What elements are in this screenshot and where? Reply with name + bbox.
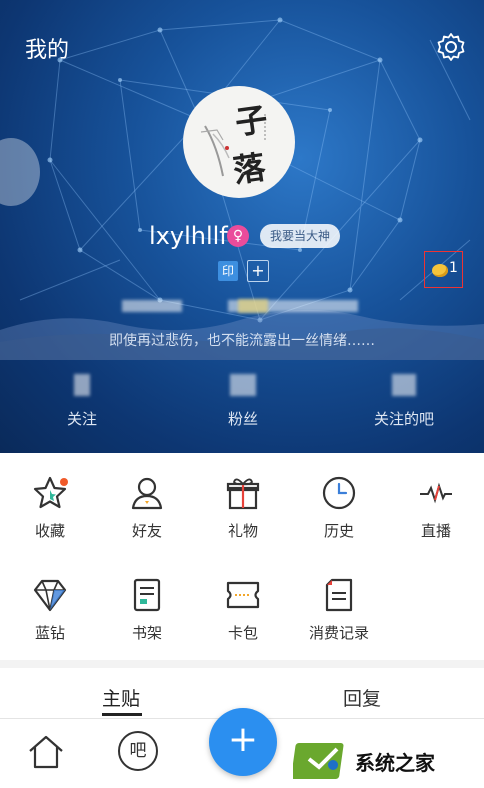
avatar-char-1: 子 bbox=[232, 99, 270, 143]
watermark-logo-icon bbox=[293, 743, 344, 779]
menu-label: 礼物 bbox=[227, 522, 258, 540]
tab-posts[interactable]: 主贴 bbox=[102, 684, 140, 711]
menu-label: 好友 bbox=[131, 522, 162, 540]
receipt-icon bbox=[325, 578, 353, 612]
page-title: 我的 bbox=[25, 38, 70, 63]
diamond-icon bbox=[33, 579, 67, 612]
menu-item-purchase-records[interactable]: 消费记录 bbox=[290, 576, 388, 643]
ticket-icon bbox=[226, 581, 260, 609]
clock-icon bbox=[322, 476, 356, 510]
followed-bars-label[interactable]: 关注的吧 bbox=[344, 408, 464, 429]
settings-gear-icon[interactable] bbox=[436, 32, 466, 62]
menu-label: 卡包 bbox=[227, 624, 258, 642]
menu-item-history[interactable]: 历史 bbox=[299, 474, 379, 541]
blurred-count bbox=[392, 374, 416, 396]
menu-item-favorites[interactable]: 收藏 bbox=[10, 474, 90, 541]
section-divider bbox=[0, 660, 484, 668]
menu-label: 消费记录 bbox=[308, 624, 369, 642]
coin-count: 1 bbox=[449, 260, 458, 276]
menu-label: 历史 bbox=[323, 522, 354, 540]
gift-icon bbox=[226, 478, 260, 510]
avatar-char-2: 落 bbox=[230, 147, 268, 191]
coin-balance[interactable]: 1 bbox=[424, 251, 463, 288]
watermark: 系统之家 bbox=[293, 733, 484, 787]
watermark-text: 系统之家 bbox=[355, 751, 435, 775]
following-label[interactable]: 关注 bbox=[22, 408, 142, 429]
home-icon[interactable] bbox=[26, 732, 66, 772]
menu-item-card-wallet[interactable]: 卡包 bbox=[203, 576, 283, 643]
blurred-info bbox=[238, 299, 268, 313]
menu-label: 蓝钻 bbox=[34, 624, 65, 642]
tab-replies[interactable]: 回复 bbox=[343, 684, 381, 711]
add-badge-button[interactable]: + bbox=[247, 260, 269, 282]
create-post-button[interactable]: + bbox=[209, 708, 277, 776]
menu-label: 直播 bbox=[420, 522, 451, 540]
bar-nav-button[interactable]: 吧 bbox=[118, 731, 158, 771]
coin-icon bbox=[432, 264, 448, 277]
menu-label: 收藏 bbox=[34, 522, 65, 540]
menu-item-live[interactable]: 直播 bbox=[396, 474, 476, 541]
pulse-icon bbox=[420, 482, 452, 504]
book-icon bbox=[133, 578, 161, 612]
notification-dot bbox=[60, 478, 68, 486]
menu-item-gifts[interactable]: 礼物 bbox=[203, 474, 283, 541]
blurred-count bbox=[74, 374, 90, 396]
friend-icon bbox=[131, 477, 163, 510]
female-icon: ♀ bbox=[227, 225, 249, 247]
avatar[interactable]: 子 落 bbox=[183, 86, 295, 198]
blurred-info bbox=[122, 300, 182, 312]
menu-item-blue-diamond[interactable]: 蓝钻 bbox=[10, 576, 90, 643]
username: lxylhllf bbox=[149, 222, 228, 250]
become-god-button[interactable]: 我要当大神 bbox=[260, 224, 341, 248]
username-row: lxylhllf ♀ 我要当大神 bbox=[0, 222, 484, 252]
menu-item-friends[interactable]: 好友 bbox=[107, 474, 187, 541]
user-signature: 即使再过悲伤，也不能流露出一丝情绪…… bbox=[109, 333, 375, 349]
blurred-count bbox=[230, 374, 256, 396]
seal-badge[interactable]: 印 bbox=[218, 261, 238, 281]
menu-label: 书架 bbox=[131, 624, 162, 642]
active-tab-indicator bbox=[102, 713, 142, 716]
fans-label[interactable]: 粉丝 bbox=[183, 408, 303, 429]
menu-item-bookshelf[interactable]: 书架 bbox=[107, 576, 187, 643]
